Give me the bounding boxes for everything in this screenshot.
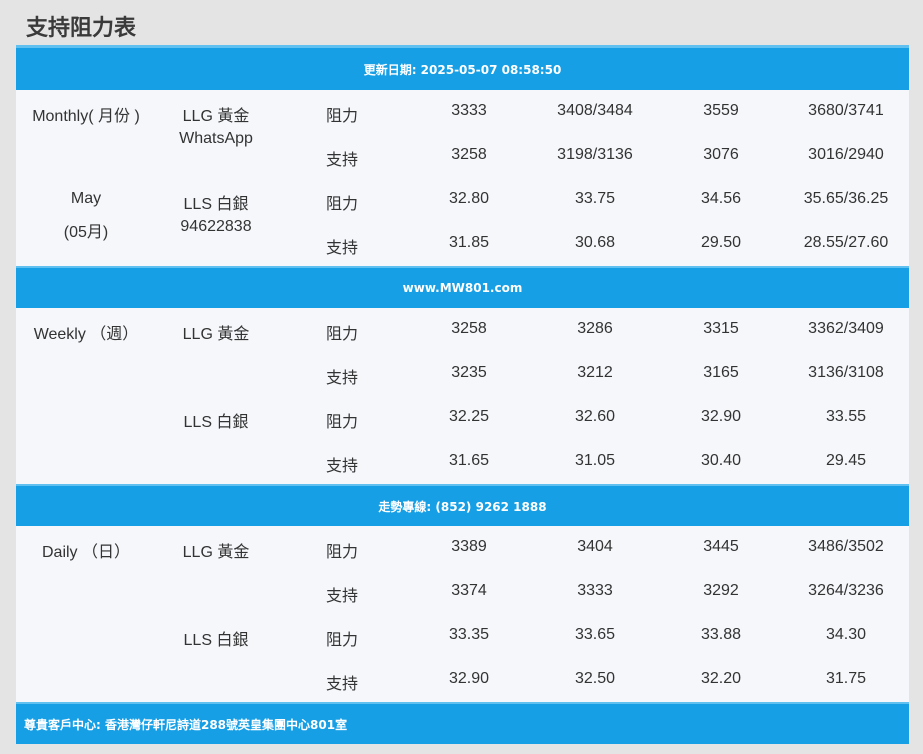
level-2: 3286: [577, 320, 613, 337]
row-type: 阻力: [325, 632, 358, 649]
address-banner: 尊貴客戶中心: 香港灣仔軒尼詩道288號英皇集團中心801室: [16, 702, 909, 744]
level-2: 3212: [577, 364, 613, 381]
table-row: 阻力 3258 3286 3315 3362/3409: [16, 308, 909, 352]
website-banner[interactable]: www.MW801.com: [16, 266, 909, 308]
level-1: 3235: [451, 364, 487, 381]
table-row: 支持 3258 3198/3136 3076 3016/2940: [16, 134, 909, 178]
level-1: 3333: [451, 102, 487, 119]
level-2: 3408/3484: [557, 102, 633, 119]
table-row: 支持 31.85 30.68 29.50 28.55/27.60: [16, 222, 909, 266]
level-2: 30.68: [574, 234, 616, 251]
update-date-banner: 更新日期: 2025-05-07 08:58:50: [16, 45, 909, 90]
level-1: 31.85: [448, 234, 490, 251]
level-1: 32.90: [448, 670, 490, 687]
level-2: 31.05: [574, 452, 616, 469]
table-row: 阻力 32.25 32.60 32.90 33.55: [16, 396, 909, 440]
level-4: 34.30: [825, 626, 867, 643]
level-3: 32.90: [700, 408, 742, 425]
level-3: 3076: [703, 146, 739, 163]
level-4: 28.55/27.60: [803, 234, 889, 251]
level-2: 32.50: [574, 670, 616, 687]
row-type: 支持: [325, 370, 358, 387]
level-4: 3016/2940: [808, 146, 884, 163]
table-row: 支持 3374 3333 3292 3264/3236: [16, 570, 909, 614]
level-4: 3680/3741: [808, 102, 884, 119]
level-1: 32.25: [448, 408, 490, 425]
level-3: 3165: [703, 364, 739, 381]
table-row: 支持 32.90 32.50 32.20 31.75: [16, 658, 909, 702]
level-4: 3136/3108: [808, 364, 884, 381]
level-1: 32.80: [448, 190, 490, 207]
level-1: 33.35: [448, 626, 490, 643]
monthly-section: Monthly( 月份 ) May (05月) LLG 黃金 WhatsApp …: [16, 90, 909, 266]
row-type: 阻力: [325, 196, 358, 213]
level-2: 3404: [577, 538, 613, 555]
level-4: 35.65/36.25: [803, 190, 889, 207]
row-type: 支持: [325, 676, 358, 693]
level-3: 3292: [703, 582, 739, 599]
level-3: 29.50: [700, 234, 742, 251]
level-1: 3258: [451, 146, 487, 163]
hotline-banner: 走勢專線: (852) 9262 1888: [16, 484, 909, 526]
row-type: 阻力: [325, 108, 358, 125]
level-4: 33.55: [825, 408, 867, 425]
level-2: 3198/3136: [557, 146, 633, 163]
level-4: 3486/3502: [808, 538, 884, 555]
table-row: 阻力 3333 3408/3484 3559 3680/3741: [16, 90, 909, 134]
level-3: 32.20: [700, 670, 742, 687]
level-3: 34.56: [700, 190, 742, 207]
row-type: 阻力: [325, 544, 358, 561]
level-4: 29.45: [825, 452, 867, 469]
level-1: 3389: [451, 538, 487, 555]
level-3: 3445: [703, 538, 739, 555]
row-type: 支持: [325, 152, 358, 169]
row-type: 支持: [325, 240, 358, 257]
level-4: 31.75: [825, 670, 867, 687]
row-type: 支持: [325, 458, 358, 475]
row-type: 支持: [325, 588, 358, 605]
level-3: 33.88: [700, 626, 742, 643]
table-row: 支持 3235 3212 3165 3136/3108: [16, 352, 909, 396]
level-2: 33.75: [574, 190, 616, 207]
table-row: 阻力 33.35 33.65 33.88 34.30: [16, 614, 909, 658]
level-2: 32.60: [574, 408, 616, 425]
table-row: 阻力 32.80 33.75 34.56 35.65/36.25: [16, 178, 909, 222]
weekly-section: Weekly （週） LLG 黃金 LLS 白銀 阻力 3258 3286 33…: [16, 308, 909, 484]
level-2: 3333: [577, 582, 613, 599]
level-1: 3374: [451, 582, 487, 599]
level-1: 31.65: [448, 452, 490, 469]
level-3: 30.40: [700, 452, 742, 469]
level-4: 3264/3236: [808, 582, 884, 599]
row-type: 阻力: [325, 414, 358, 431]
support-resistance-table: 更新日期: 2025-05-07 08:58:50 Monthly( 月份 ) …: [16, 45, 909, 744]
level-1: 3258: [451, 320, 487, 337]
page-title: 支持阻力表: [26, 16, 137, 41]
level-2: 33.65: [574, 626, 616, 643]
level-3: 3315: [703, 320, 739, 337]
daily-section: Daily （日） LLG 黃金 LLS 白銀 阻力 3389 3404 344…: [16, 526, 909, 702]
table-row: 阻力 3389 3404 3445 3486/3502: [16, 526, 909, 570]
table-row: 支持 31.65 31.05 30.40 29.45: [16, 440, 909, 484]
level-4: 3362/3409: [808, 320, 884, 337]
row-type: 阻力: [325, 326, 358, 343]
level-3: 3559: [703, 102, 739, 119]
